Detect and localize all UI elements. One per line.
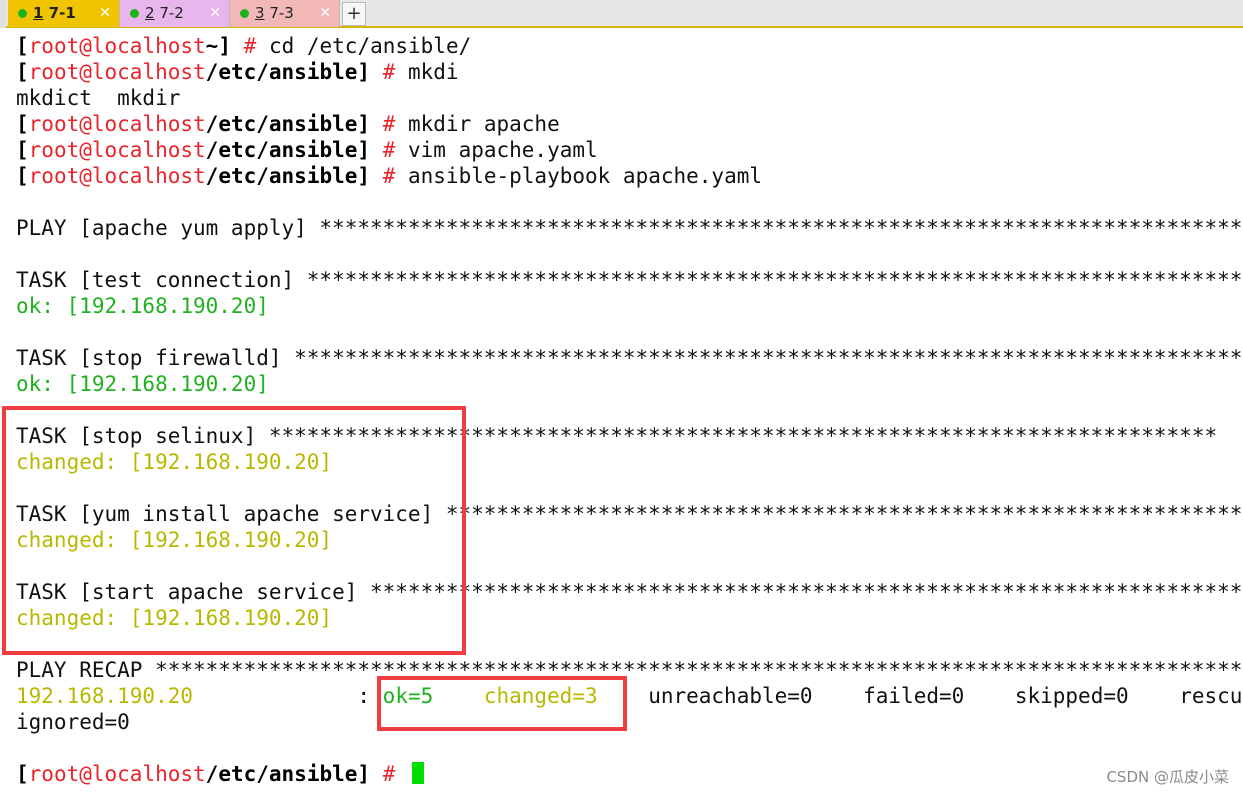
tab-label: 3 7-3: [255, 0, 294, 27]
prompt-hash: #: [382, 138, 396, 162]
prompt-path: /etc/ansible: [205, 60, 358, 84]
tab-bar-edge: [0, 0, 6, 28]
tab-number: 1: [33, 4, 44, 22]
tab-title: 7-2: [154, 4, 184, 22]
prompt-user: root@localhost: [28, 762, 206, 786]
tab-session-2[interactable]: 2 7-2 ✕: [120, 0, 230, 27]
prompt-hash: #: [382, 60, 396, 84]
task-result-ok: ok: [192.168.190.20]: [16, 294, 269, 318]
prompt-hash: #: [382, 164, 396, 188]
close-tab-icon[interactable]: ✕: [319, 0, 331, 27]
prompt-user: root@localhost: [28, 112, 206, 136]
prompt-path: /etc/ansible: [205, 164, 358, 188]
prompt-hash: #: [382, 762, 396, 786]
prompt-line: [root@localhost/etc/ansible] # mkdir apa…: [16, 111, 560, 137]
recap-rest: unreachable=0 failed=0 skipped=0 rescued…: [597, 684, 1243, 708]
prompt-user: root@localhost: [28, 60, 206, 84]
prompt-path: /etc/ansible: [205, 138, 358, 162]
prompt-bracket-open: [: [16, 762, 29, 786]
prompt-bracket-close: ]: [218, 34, 231, 58]
command-text: mkdir apache: [395, 112, 560, 136]
command-text: cd /etc/ansible/: [256, 34, 472, 58]
recap-line: 192.168.190.20 : ok=5 changed=3 unreacha…: [16, 683, 1243, 709]
command-text: mkdi: [395, 60, 459, 84]
task-header: TASK [test connection] *****************…: [16, 268, 1243, 292]
tab-label: 2 7-2: [145, 0, 184, 27]
prompt-bracket-open: [: [16, 60, 29, 84]
tab-completion-line: mkdict mkdir: [16, 86, 181, 110]
highlight-box-recap-counts: [377, 676, 627, 731]
tab-session-1[interactable]: 1 7-1 ✕: [8, 0, 120, 27]
prompt-line: [root@localhost/etc/ansible] # vim apach…: [16, 137, 598, 163]
prompt-bracket-close: ]: [357, 762, 371, 786]
connected-status-icon: [130, 9, 139, 18]
recap-separator: :: [193, 684, 383, 708]
prompt-bracket-close: ]: [357, 138, 371, 162]
close-tab-icon[interactable]: ✕: [99, 0, 111, 27]
recap-host: 192.168.190.20: [16, 684, 194, 708]
command-text: vim apache.yaml: [395, 138, 598, 162]
terminal-cursor: [412, 762, 425, 784]
prompt-line: [root@localhost/etc/ansible] # ansible-p…: [16, 163, 762, 189]
prompt-bracket-open: [: [16, 112, 29, 136]
command-text: [395, 762, 408, 786]
prompt-bracket-close: ]: [357, 164, 371, 188]
prompt-path: /etc/ansible: [205, 762, 358, 786]
tab-number: 2: [145, 4, 155, 22]
recap-ignored: ignored=0: [16, 710, 130, 734]
prompt-path: /etc/ansible: [205, 112, 358, 136]
prompt-hash: #: [243, 34, 257, 58]
tab-title: 7-3: [264, 4, 294, 22]
connected-status-icon: [240, 9, 249, 18]
prompt-bracket-open: [: [16, 164, 29, 188]
prompt-line: [root@localhost/etc/ansible] # mkdi: [16, 59, 459, 85]
prompt-user: root@localhost: [28, 34, 206, 58]
command-text: ansible-playbook apache.yaml: [395, 164, 763, 188]
prompt-bracket-open: [: [16, 34, 29, 58]
tab-title: 7-1: [43, 4, 76, 22]
tab-bar: 1 7-1 ✕ 2 7-2 ✕ 3 7-3 ✕ +: [0, 0, 1243, 28]
play-header: PLAY [apache yum apply] ****************…: [16, 216, 1243, 240]
prompt-user: root@localhost: [28, 138, 206, 162]
prompt-path: ~: [205, 34, 219, 58]
prompt-bracket-open: [: [16, 138, 29, 162]
watermark: CSDN @瓜皮小菜: [1106, 768, 1229, 786]
terminal-output[interactable]: [root@localhost~] # cd /etc/ansible/ [ro…: [0, 29, 1243, 795]
prompt-user: root@localhost: [28, 164, 206, 188]
new-tab-button[interactable]: +: [342, 2, 366, 26]
prompt-line: [root@localhost~] # cd /etc/ansible/: [16, 33, 471, 59]
prompt-line-current: [root@localhost/etc/ansible] #: [16, 761, 425, 787]
recap-header: PLAY RECAP *****************************…: [16, 658, 1243, 682]
tab-number: 3: [255, 4, 265, 22]
close-tab-icon[interactable]: ✕: [209, 0, 221, 27]
highlight-box-changed-tasks: [2, 406, 466, 655]
task-result-ok: ok: [192.168.190.20]: [16, 372, 269, 396]
tab-session-3[interactable]: 3 7-3 ✕: [230, 0, 340, 27]
prompt-bracket-close: ]: [357, 112, 371, 136]
prompt-bracket-close: ]: [357, 60, 371, 84]
task-header: TASK [stop firewalld] ******************…: [16, 346, 1243, 370]
prompt-hash: #: [382, 112, 396, 136]
connected-status-icon: [18, 9, 27, 18]
tab-label: 1 7-1: [33, 0, 76, 27]
